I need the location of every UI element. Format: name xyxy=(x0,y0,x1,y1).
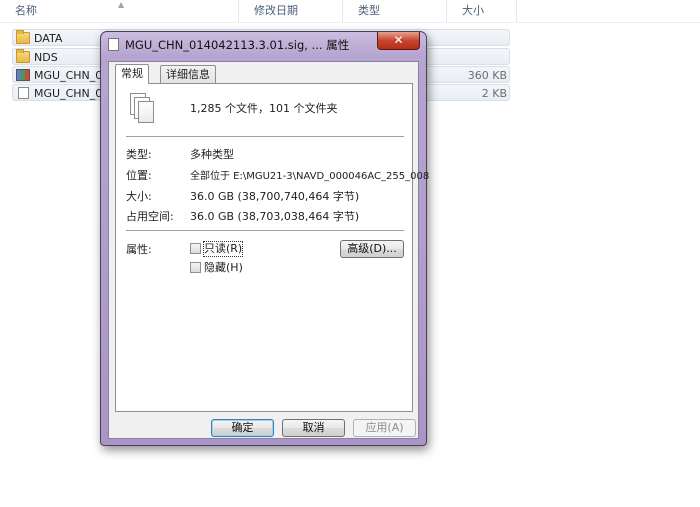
advanced-button[interactable]: 高级(D)... xyxy=(340,240,404,258)
ok-button[interactable]: 确定 xyxy=(211,419,274,437)
properties-dialog: MGU_CHN_014042113.3.01.sig, ... 属性 ✕ 常规 … xyxy=(100,31,429,446)
divider xyxy=(126,136,404,138)
hidden-label: 隐藏(H) xyxy=(204,261,243,274)
file-count-summary: 1,285 个文件，101 个文件夹 xyxy=(190,102,338,115)
folder-icon xyxy=(16,30,30,44)
apply-button[interactable]: 应用(A) xyxy=(353,419,416,437)
size-value: 36.0 GB (38,700,740,464 字节) xyxy=(190,190,360,203)
archive-icon xyxy=(16,69,30,81)
location-value: 全部位于 E:\MGU21-3\NAVD_000046AC_255_008 xyxy=(190,171,430,182)
file-name: NDS xyxy=(34,51,58,64)
close-button[interactable]: ✕ xyxy=(377,32,420,50)
type-value: 多种类型 xyxy=(190,148,234,161)
readonly-checkbox[interactable] xyxy=(190,243,201,254)
divider xyxy=(126,230,404,232)
multiple-files-icon xyxy=(130,93,156,125)
folder-icon xyxy=(16,49,30,63)
tab-general[interactable]: 常规 xyxy=(115,64,149,84)
document-icon xyxy=(18,87,29,99)
type-label: 类型: xyxy=(126,148,152,161)
size-label: 大小: xyxy=(126,190,152,203)
attributes-label: 属性: xyxy=(126,243,152,256)
readonly-label: 只读(R) xyxy=(202,241,244,257)
location-label: 位置: xyxy=(126,169,152,182)
column-type[interactable]: 类型 xyxy=(342,0,446,22)
size-on-disk-value: 36.0 GB (38,703,038,464 字节) xyxy=(190,210,360,223)
file-size: 2 KB xyxy=(481,87,507,100)
dialog-client-area: 常规 详细信息 1,285 个文件，101 个文件夹 类型: 多种类型 位置: … xyxy=(108,61,429,439)
file-name: MGU_CHN_0 xyxy=(34,87,103,100)
column-header-bar: 名称 ▲ 修改日期 类型 大小 xyxy=(0,0,700,23)
cancel-button[interactable]: 取消 xyxy=(282,419,345,437)
file-size: 360 KB xyxy=(467,69,507,82)
column-size[interactable]: 大小 xyxy=(446,0,516,22)
sort-arrow-icon: ▲ xyxy=(118,0,125,9)
general-tab-panel: 1,285 个文件，101 个文件夹 类型: 多种类型 位置: 全部位于 E:\… xyxy=(115,83,429,412)
document-icon xyxy=(108,38,119,51)
dialog-title: MGU_CHN_014042113.3.01.sig, ... 属性 xyxy=(125,38,350,52)
hidden-checkbox[interactable] xyxy=(190,262,201,273)
tab-details[interactable]: 详细信息 xyxy=(160,65,216,83)
column-empty xyxy=(516,0,700,22)
column-date-modified[interactable]: 修改日期 xyxy=(238,0,342,22)
file-name: MGU_CHN_0 xyxy=(34,69,103,82)
file-name: DATA xyxy=(34,32,63,45)
size-on-disk-label: 占用空间: xyxy=(126,210,174,223)
